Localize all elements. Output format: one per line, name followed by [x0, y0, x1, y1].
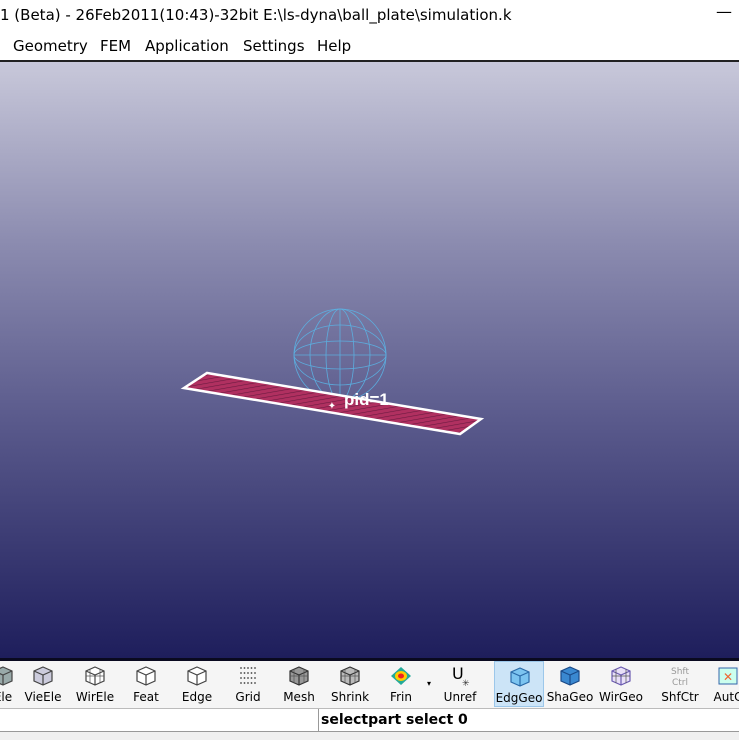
part-label: pid=1 [344, 390, 389, 409]
toolbar-button-frin[interactable]: Frin [376, 661, 426, 707]
toolbar-label: ShaGeo [546, 690, 594, 704]
toolbar-label: AutC [713, 690, 739, 704]
toolbar-label: Unref [443, 690, 477, 704]
command-input[interactable] [0, 709, 319, 731]
toolbar-label: Grid [235, 690, 261, 704]
toolbar-label: Shrink [330, 690, 370, 704]
toolbar-button-autc[interactable]: ✕ AutC [703, 661, 739, 707]
menu-help[interactable]: Help [317, 37, 351, 55]
toolbar-button-grid[interactable]: Grid [223, 661, 273, 707]
toolbar-label: Edge [181, 690, 213, 704]
toolbar-button-wirele[interactable]: WirEle [70, 661, 120, 707]
menu-application[interactable]: Application [145, 37, 229, 55]
toolbar-label: WirGeo [599, 690, 643, 704]
svg-text:✕: ✕ [723, 670, 733, 684]
toolbar-button-feat[interactable]: Feat [121, 661, 171, 707]
menu-fem[interactable]: FEM [100, 37, 131, 55]
sphere-wireframe [293, 308, 387, 402]
menu-geometry[interactable]: Geometry [13, 37, 88, 55]
status-bar: selectpart select 0 [0, 708, 739, 732]
svg-text:✳: ✳ [462, 679, 470, 687]
toolbar-button-edggeo[interactable]: EdgGeo [494, 661, 544, 707]
title-bar: 1 (Beta) - 26Feb2011(10:43)-32bit E:\ls-… [0, 0, 739, 30]
toolbar-button-wirgeo[interactable]: WirGeo [596, 661, 646, 707]
svg-text:Shft: Shft [671, 667, 689, 677]
menu-bar: Geometry FEM Application Settings Help [0, 30, 739, 62]
fringe-dropdown-arrow[interactable]: ▾ [427, 679, 431, 688]
svg-text:Ctrl: Ctrl [672, 678, 688, 687]
menu-settings[interactable]: Settings [243, 37, 305, 55]
toolbar-label: WirEle [75, 690, 115, 704]
status-message: selectpart select 0 [321, 712, 468, 728]
graphics-viewport[interactable]: ✦ pid=1 [0, 62, 739, 661]
toolbar-label: Feat [133, 690, 159, 704]
toolbar-label: EdgGeo [495, 691, 543, 705]
model-canvas: ✦ pid=1 [180, 308, 485, 436]
toolbar-button-edge[interactable]: Edge [172, 661, 222, 707]
window-title: 1 (Beta) - 26Feb2011(10:43)-32bit E:\ls-… [0, 6, 512, 24]
toolbar-button-shfctr[interactable]: Shft Ctrl ShfCtr [655, 661, 705, 707]
toolbar-label: ShfCtr [661, 690, 699, 704]
toolbar-label: VieEle [24, 690, 62, 704]
toolbar-button-mesh[interactable]: Mesh [274, 661, 324, 707]
toolbar-label: Mesh [283, 690, 315, 704]
centroid-marker: ✦ [328, 401, 336, 412]
toolbar-button-unref[interactable]: U ✳ Unref [435, 661, 485, 707]
toolbar-label: Frin [390, 690, 412, 704]
minimize-button[interactable]: — [716, 2, 732, 21]
toolbar-button-shageo[interactable]: ShaGeo [545, 661, 595, 707]
toolbar-button-vieele[interactable]: VieEle [18, 661, 68, 707]
toolbar-button-shrink[interactable]: Shrink [325, 661, 375, 707]
toolbar: EleVieEleWirEleFeatEdgeGridMeshShrinkFri… [0, 661, 739, 708]
